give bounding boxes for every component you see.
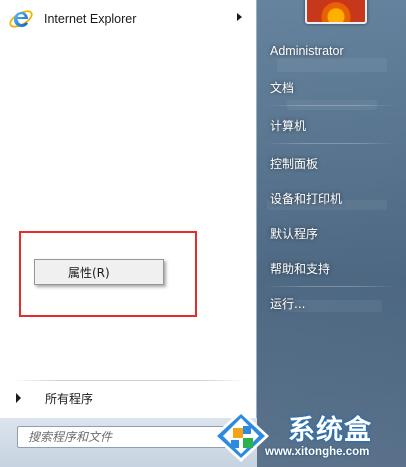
right-item-run[interactable]: 运行... [270,295,305,312]
right-item-devices-printers[interactable]: 设备和打印机 [270,190,342,207]
separator [265,143,395,144]
right-item-administrator[interactable]: Administrator [270,44,344,58]
separator [12,380,248,381]
right-item-default-programs[interactable]: 默认程序 [270,225,318,242]
right-item-control-panel[interactable]: 控制面板 [270,155,318,172]
chevron-right-icon[interactable] [237,13,242,21]
all-programs-label: 所有程序 [45,391,94,406]
internet-explorer-icon [8,6,34,32]
all-programs-button[interactable]: 所有程序 [10,388,250,408]
programs-pane: Internet Explorer 所有程序 [0,0,257,467]
triangle-right-icon [16,393,21,403]
right-item-documents[interactable]: 文档 [270,79,294,96]
separator [265,286,395,287]
context-menu: 属性(R) [34,259,164,285]
right-item-help-support[interactable]: 帮助和支持 [270,260,330,277]
search-row [0,418,257,467]
background-ghost [277,58,387,72]
separator [265,105,395,106]
context-menu-item-label: 属性(R) [68,265,110,280]
right-item-computer[interactable]: 计算机 [270,117,306,134]
right-pane: Administrator 文档 计算机 控制面板 设备和打印机 默认程序 帮助… [257,0,406,467]
pinned-item-internet-explorer[interactable]: Internet Explorer [4,4,250,34]
context-menu-item-properties[interactable]: 属性(R) [37,262,161,282]
pinned-item-label: Internet Explorer [44,12,137,26]
search-input[interactable] [28,430,208,444]
search-box[interactable] [17,426,243,448]
user-picture[interactable] [305,0,367,24]
